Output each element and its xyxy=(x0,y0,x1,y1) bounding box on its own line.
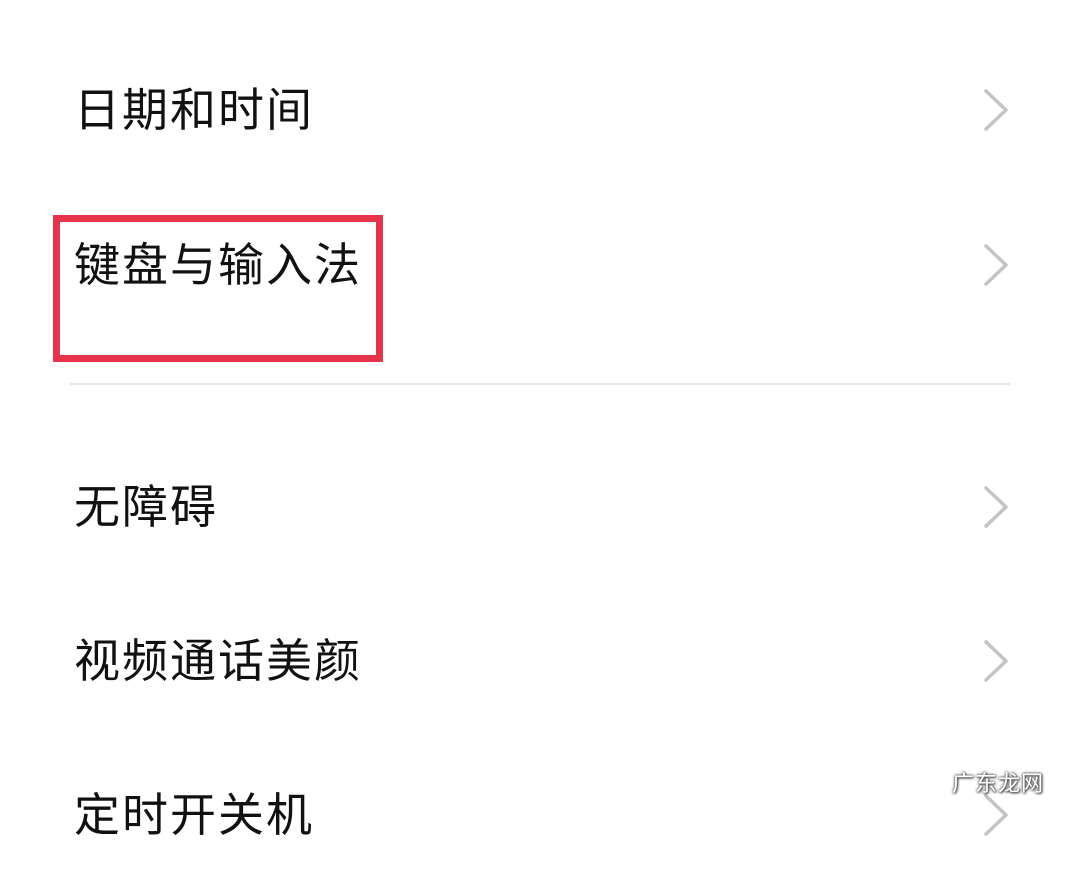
settings-item-label: 定时开关机 xyxy=(74,788,314,842)
watermark-text: 广东龙网 xyxy=(951,772,1044,797)
chevron-right-icon xyxy=(982,638,1010,684)
settings-item-accessibility[interactable]: 无障碍 xyxy=(0,452,1080,562)
settings-item-label: 视频通话美颜 xyxy=(74,634,362,688)
settings-item-video-call-beauty[interactable]: 视频通话美颜 xyxy=(0,606,1080,716)
section-divider xyxy=(70,383,1010,385)
settings-list: 日期和时间 键盘与输入法 无障碍 视频通话美颜 定时开关机 xyxy=(0,0,1080,838)
settings-item-date-time[interactable]: 日期和时间 xyxy=(0,55,1080,165)
settings-item-scheduled-power[interactable]: 定时开关机 xyxy=(0,760,1080,870)
chevron-right-icon xyxy=(982,242,1010,288)
settings-item-keyboard-input[interactable]: 键盘与输入法 xyxy=(0,210,1080,320)
settings-item-label: 日期和时间 xyxy=(74,83,314,137)
chevron-right-icon xyxy=(982,87,1010,133)
chevron-right-icon xyxy=(982,792,1010,838)
settings-item-label: 无障碍 xyxy=(74,480,218,534)
chevron-right-icon xyxy=(982,484,1010,530)
settings-item-label: 键盘与输入法 xyxy=(74,238,362,292)
